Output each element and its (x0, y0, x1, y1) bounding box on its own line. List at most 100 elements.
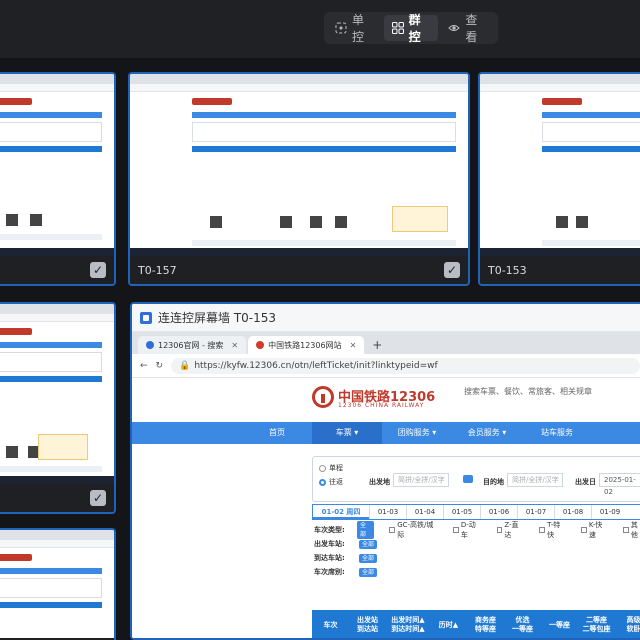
select-checkbox[interactable]: ✓ (444, 262, 460, 278)
from-label: 出发地 (369, 478, 390, 486)
railway-logo-icon (312, 386, 334, 408)
view-label: 查看 (465, 13, 478, 44)
window-title: 连连控屏幕墙 T0-153 (158, 311, 277, 325)
date-selector: 01-02 周四 01-03 01-04 01-05 01-06 01-07 0… (312, 504, 640, 520)
date-tab[interactable]: 01-05 (443, 505, 480, 519)
results-table-header: 车次 出发站 到达站 出发时间▲ 到达时间▲ 历时▲ 商务座 特等座 优选 一等… (312, 610, 640, 638)
filter-label: 出发车站: (314, 540, 345, 548)
date-tab[interactable]: 01-03 (369, 505, 406, 519)
select-checkbox[interactable]: ✓ (90, 490, 106, 506)
nav-member[interactable]: 会员服务 ▾ (452, 422, 522, 444)
column-header[interactable]: 出发时间▲ 到达时间▲ (386, 616, 430, 634)
nav-station[interactable]: 站车服务 (522, 422, 592, 444)
top-toolbar: 单控 群控 查看 (0, 0, 640, 58)
close-icon[interactable]: ✕ (350, 341, 357, 350)
date-tab[interactable]: 01-08 (554, 505, 591, 519)
to-input[interactable]: 简拼/全拼/汉字 (507, 473, 563, 487)
date-tab[interactable]: 01-09 (591, 505, 628, 519)
oneway-radio[interactable]: 单程 (319, 463, 343, 473)
train-filters: 车次类型: 全部 GC-高铁/城际 D-动车 Z-直达 T-特快 K-快速 其他… (314, 521, 640, 580)
url-text: https://kyfw.12306.cn/otn/leftTicket/ini… (194, 360, 438, 371)
type-checkbox[interactable]: T-特快 (539, 520, 566, 540)
webpage: 中国铁路12306 12306 CHINA RAILWAY 搜索车票、餐饮、常旅… (132, 378, 640, 638)
type-checkbox[interactable]: GC-高铁/城际 (389, 520, 438, 540)
radio-label: 单程 (329, 464, 343, 472)
railway-favicon-icon (256, 341, 265, 349)
nav-tickets[interactable]: 车票 ▾ (312, 422, 382, 444)
close-icon[interactable]: ✕ (231, 341, 238, 350)
swap-icon[interactable] (463, 475, 473, 483)
device-tile-t0-157[interactable]: T0-157 ✓ (128, 72, 470, 286)
device-tile[interactable]: ✓ (0, 302, 116, 514)
column-header[interactable]: 一等座 (541, 621, 578, 630)
browser-tab[interactable]: 12306官网 - 搜索 ✕ (138, 336, 247, 354)
ticket-search-form: 单程 往返 出发地 简拼/全拼/汉字 目的地 简拼/全拼/汉字 出发日 2025… (312, 456, 640, 502)
column-header[interactable]: 出发站 到达站 (349, 616, 386, 634)
group-control-icon (391, 22, 404, 34)
site-nav: 首页 车票 ▾ 团购服务 ▾ 会员服务 ▾ 站车服务 (132, 422, 640, 444)
view-tab[interactable]: 查看 (440, 13, 495, 44)
view-mode-switch: 单控 群控 查看 (324, 12, 498, 44)
column-header[interactable]: 商务座 特等座 (467, 616, 504, 634)
filter-label: 车次类型: (314, 526, 345, 534)
filter-label: 车次席别: (314, 568, 345, 576)
type-checkbox[interactable]: K-快速 (581, 520, 608, 540)
filter-label: 到达车站: (314, 554, 345, 562)
nav-group[interactable]: 团购服务 ▾ (382, 422, 452, 444)
to-label: 目的地 (483, 478, 504, 486)
eye-icon (448, 22, 461, 34)
all-tag[interactable]: 全部 (359, 539, 378, 549)
date-label: 出发日 (575, 478, 596, 486)
device-tile[interactable]: ✓ (0, 72, 116, 286)
browser-tabbar: 12306官网 - 搜索 ✕ 中国铁路12306网站 ✕ + (132, 332, 640, 354)
all-tag[interactable]: 全部 (359, 567, 378, 577)
type-checkbox[interactable]: Z-直达 (496, 520, 525, 540)
column-header[interactable]: 车次 (312, 621, 349, 630)
date-tab[interactable]: 01-07 (517, 505, 554, 519)
date-tab[interactable]: 01-02 周四 (313, 505, 369, 519)
column-header[interactable]: 优选 一等座 (504, 616, 541, 634)
device-tile[interactable] (0, 528, 116, 640)
select-checkbox[interactable]: ✓ (90, 262, 106, 278)
new-tab-icon[interactable]: + (372, 336, 382, 354)
device-screen (480, 74, 640, 256)
all-tag[interactable]: 全部 (359, 553, 378, 563)
lock-icon: 🔒 (179, 360, 191, 371)
device-screen (0, 304, 114, 484)
address-bar: ← ↻ 🔒 https://kyfw.12306.cn/otn/leftTick… (132, 354, 640, 378)
group-control-tab[interactable]: 群控 (383, 13, 439, 44)
tab-label: 12306官网 - 搜索 (158, 340, 224, 350)
from-input[interactable]: 简拼/全拼/汉字 (393, 473, 449, 487)
window-titlebar: 连连控屏幕墙 T0-153 (132, 304, 640, 332)
tab-label: 中国铁路12306网站 (268, 340, 342, 350)
date-input[interactable]: 2025-01-02 (599, 473, 640, 496)
roundtrip-radio[interactable]: 往返 (319, 477, 343, 487)
site-search-hint[interactable]: 搜索车票、餐饮、常旅客、相关规章 (464, 386, 592, 397)
app-logo-icon (140, 311, 152, 324)
device-screen (0, 530, 114, 638)
column-header[interactable]: 高级 软卧 (615, 616, 640, 634)
device-name: T0-153 (488, 263, 527, 277)
enlarged-device-window[interactable]: 连连控屏幕墙 T0-153 12306官网 - 搜索 ✕ 中国铁路12306网站… (130, 302, 640, 640)
back-arrow-icon[interactable]: ← (140, 361, 148, 371)
date-tab[interactable]: 01-06 (480, 505, 517, 519)
type-checkbox[interactable]: 其他 (623, 520, 640, 540)
column-header[interactable]: 二等座 二等包座 (578, 616, 615, 634)
type-checkbox[interactable]: D-动车 (453, 520, 481, 540)
device-name: T0-157 (138, 263, 177, 277)
all-tag[interactable]: 全部 (357, 521, 375, 539)
reload-icon[interactable]: ↻ (156, 361, 164, 371)
single-control-label: 单控 (352, 13, 365, 44)
group-control-label: 群控 (408, 13, 421, 44)
device-tile-t0-153[interactable]: T0-153 (478, 72, 640, 286)
url-field[interactable]: 🔒 https://kyfw.12306.cn/otn/leftTicket/i… (171, 357, 640, 374)
device-screen (130, 74, 468, 256)
radio-label: 往返 (329, 478, 343, 486)
single-control-tab[interactable]: 单控 (327, 13, 382, 44)
browser-tab-active[interactable]: 中国铁路12306网站 ✕ (248, 336, 365, 354)
device-screen (0, 74, 114, 256)
column-header[interactable]: 历时▲ (430, 621, 467, 630)
nav-home[interactable]: 首页 (132, 422, 312, 444)
single-control-icon (335, 22, 347, 34)
date-tab[interactable]: 01-04 (406, 505, 443, 519)
